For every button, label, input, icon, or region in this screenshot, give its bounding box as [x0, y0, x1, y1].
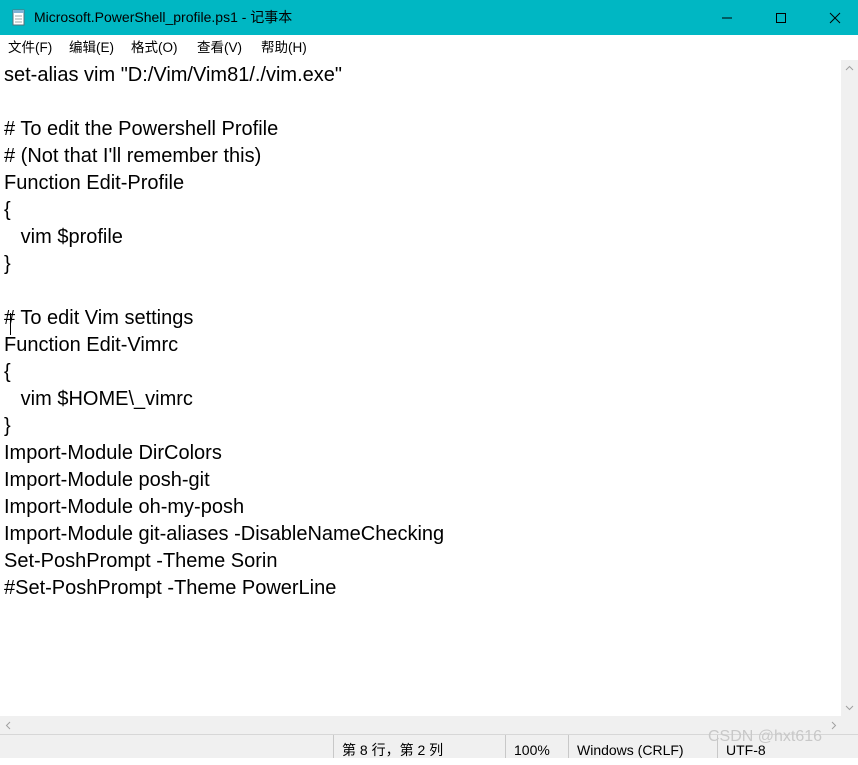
vertical-scrollbar[interactable] [841, 60, 858, 716]
editor-line: # To edit the Powershell Profile [4, 118, 279, 140]
editor-line: #Set-PoshPrompt -Theme PowerLine [4, 577, 337, 599]
chevron-left-icon[interactable] [4, 721, 13, 730]
editor-line: } [4, 253, 11, 275]
editor-line: Import-Module DirColors [4, 442, 222, 464]
title-bar[interactable]: Microsoft.PowerShell_profile.ps1 - 记事本 [0, 0, 858, 35]
editor-line: Import-Module git-aliases -DisableNameCh… [4, 523, 445, 545]
menu-bar: 文件(F) 编辑(E) 格式(O) 查看(V) 帮助(H) [0, 35, 858, 61]
editor-line: vim $profile [4, 226, 123, 248]
chevron-up-icon[interactable] [845, 64, 854, 73]
chevron-right-icon[interactable] [829, 721, 838, 730]
menu-help[interactable]: 帮助(H) [261, 35, 307, 60]
editor-line: Function Edit-Vimrc [4, 334, 179, 356]
menu-format[interactable]: 格式(O) [131, 35, 178, 60]
minimize-button[interactable] [704, 0, 750, 35]
text-editor[interactable]: set-alias vim "D:/Vim/Vim81/./vim.exe" #… [0, 60, 841, 716]
status-position: 第 8 行，第 2 列 [333, 735, 502, 758]
editor-line: # To edit Vim settings [4, 307, 194, 329]
editor-line: # (Not that I'll remember this) [4, 145, 262, 167]
chevron-down-icon[interactable] [845, 703, 854, 712]
minimize-icon [722, 17, 732, 18]
menu-view[interactable]: 查看(V) [197, 35, 242, 60]
status-line-ending: Windows (CRLF) [568, 735, 712, 758]
editor-line: { [4, 361, 11, 383]
notepad-icon[interactable] [10, 9, 27, 26]
maximize-icon [776, 12, 786, 23]
status-zoom: 100% [505, 735, 569, 758]
scrollbar-corner [841, 716, 858, 734]
editor-line: vim $HOME\_vimrc [4, 388, 193, 410]
menu-edit[interactable]: 编辑(E) [69, 35, 114, 60]
editor-line: Set-PoshPrompt -Theme Sorin [4, 550, 278, 572]
editor-line: set-alias vim "D:/Vim/Vim81/./vim.exe" [4, 64, 342, 86]
close-button[interactable] [812, 0, 858, 35]
maximize-button[interactable] [758, 0, 804, 35]
text-caret [10, 313, 11, 335]
editor-line: Import-Module posh-git [4, 469, 210, 491]
window-title: Microsoft.PowerShell_profile.ps1 - 记事本 [34, 9, 293, 25]
editor-line: { [4, 199, 11, 221]
close-icon [829, 12, 841, 23]
editor-line: Import-Module oh-my-posh [4, 496, 245, 518]
editor-line: Function Edit-Profile [4, 172, 185, 194]
editor-line: } [4, 415, 11, 437]
menu-file[interactable]: 文件(F) [8, 35, 52, 60]
watermark: CSDN @hxt616 [708, 728, 823, 745]
